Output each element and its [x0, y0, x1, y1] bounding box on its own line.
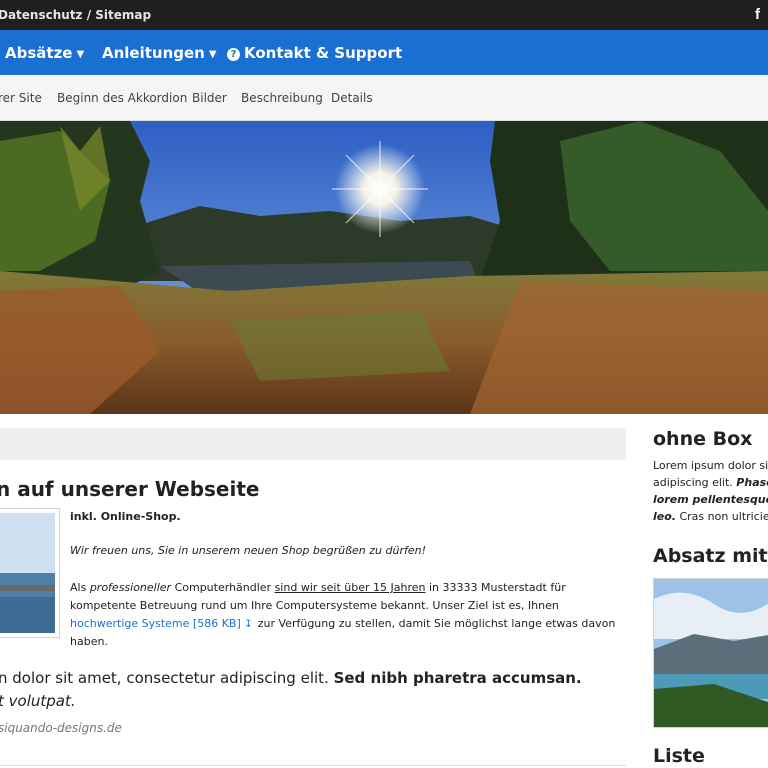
text-span: n dolor sit amet, consectetur adipiscing…	[0, 669, 334, 687]
credit-text: siquando-designs.de	[0, 721, 122, 735]
question-circle-icon: ?	[227, 48, 240, 61]
divider	[0, 765, 626, 766]
subnav-item[interactable]: Details	[331, 91, 373, 105]
hero-image	[0, 121, 768, 414]
sidebar-title-liste: Liste	[653, 745, 705, 767]
intro-text-1: inkl. Online-Shop.	[70, 510, 181, 523]
top-bar: Datenschutz / Sitemap f	[0, 0, 768, 30]
text-span: Cras non ultricie	[675, 510, 768, 523]
page-title: n auf unserer Webseite	[0, 477, 260, 501]
facebook-icon[interactable]: f	[755, 6, 760, 23]
subnav-item[interactable]: Beschreibung	[241, 91, 323, 105]
text-italic: t volutpat.	[0, 692, 76, 710]
text-span: Als	[70, 581, 90, 594]
text-span: Computerhändler	[171, 581, 275, 594]
download-icon: ↧	[244, 619, 253, 630]
chevron-down-icon: ▼	[208, 49, 217, 60]
nav-item-absaetze[interactable]: Absätze ▼	[5, 44, 84, 62]
subnav-item[interactable]: Bilder	[192, 91, 227, 105]
sidebar-title-absatz: Absatz mit B	[653, 545, 768, 567]
underlined-link[interactable]: sind wir seit über 15 Jahren	[275, 581, 426, 594]
sub-navigation: rer Site Beginn des Akkordion Bilder Bes…	[0, 75, 768, 121]
download-link[interactable]: hochwertige Systeme [586 KB]	[70, 617, 241, 630]
nav-item-label: Kontakt & Support	[244, 44, 403, 62]
intro-text-2: Wir freuen uns, Sie in unserem neuen Sho…	[70, 544, 427, 557]
subnav-item[interactable]: rer Site	[0, 91, 42, 105]
main-navigation: Absätze ▼ Anleitungen ▼ ? Kontakt & Support	[0, 30, 768, 75]
text-bold: Sed nibh pharetra accumsan.	[333, 669, 582, 687]
sidebar-text: Lorem ipsum dolor si adipiscing elit. Ph…	[653, 457, 768, 525]
nav-item-label: Absätze	[5, 44, 73, 62]
chevron-down-icon: ▼	[76, 49, 85, 60]
intro-text-3: Als professioneller Computerhändler sind…	[70, 579, 630, 651]
lorem-paragraph: n dolor sit amet, consectetur adipiscing…	[0, 667, 582, 713]
sidebar-image[interactable]	[653, 578, 768, 728]
nav-item-label: Anleitungen	[102, 44, 205, 62]
text-emphasis: professioneller	[89, 581, 172, 594]
subnav-item[interactable]: Beginn des Akkordion	[57, 91, 187, 105]
sidebar-title-ohne-box: ohne Box	[653, 428, 753, 450]
content-thumbnail[interactable]	[0, 508, 60, 638]
top-links[interactable]: Datenschutz / Sitemap	[0, 8, 151, 22]
nav-item-anleitungen[interactable]: Anleitungen ▼	[102, 44, 217, 62]
nav-item-kontakt[interactable]: ? Kontakt & Support	[227, 44, 402, 62]
content-header-bar	[0, 428, 626, 460]
